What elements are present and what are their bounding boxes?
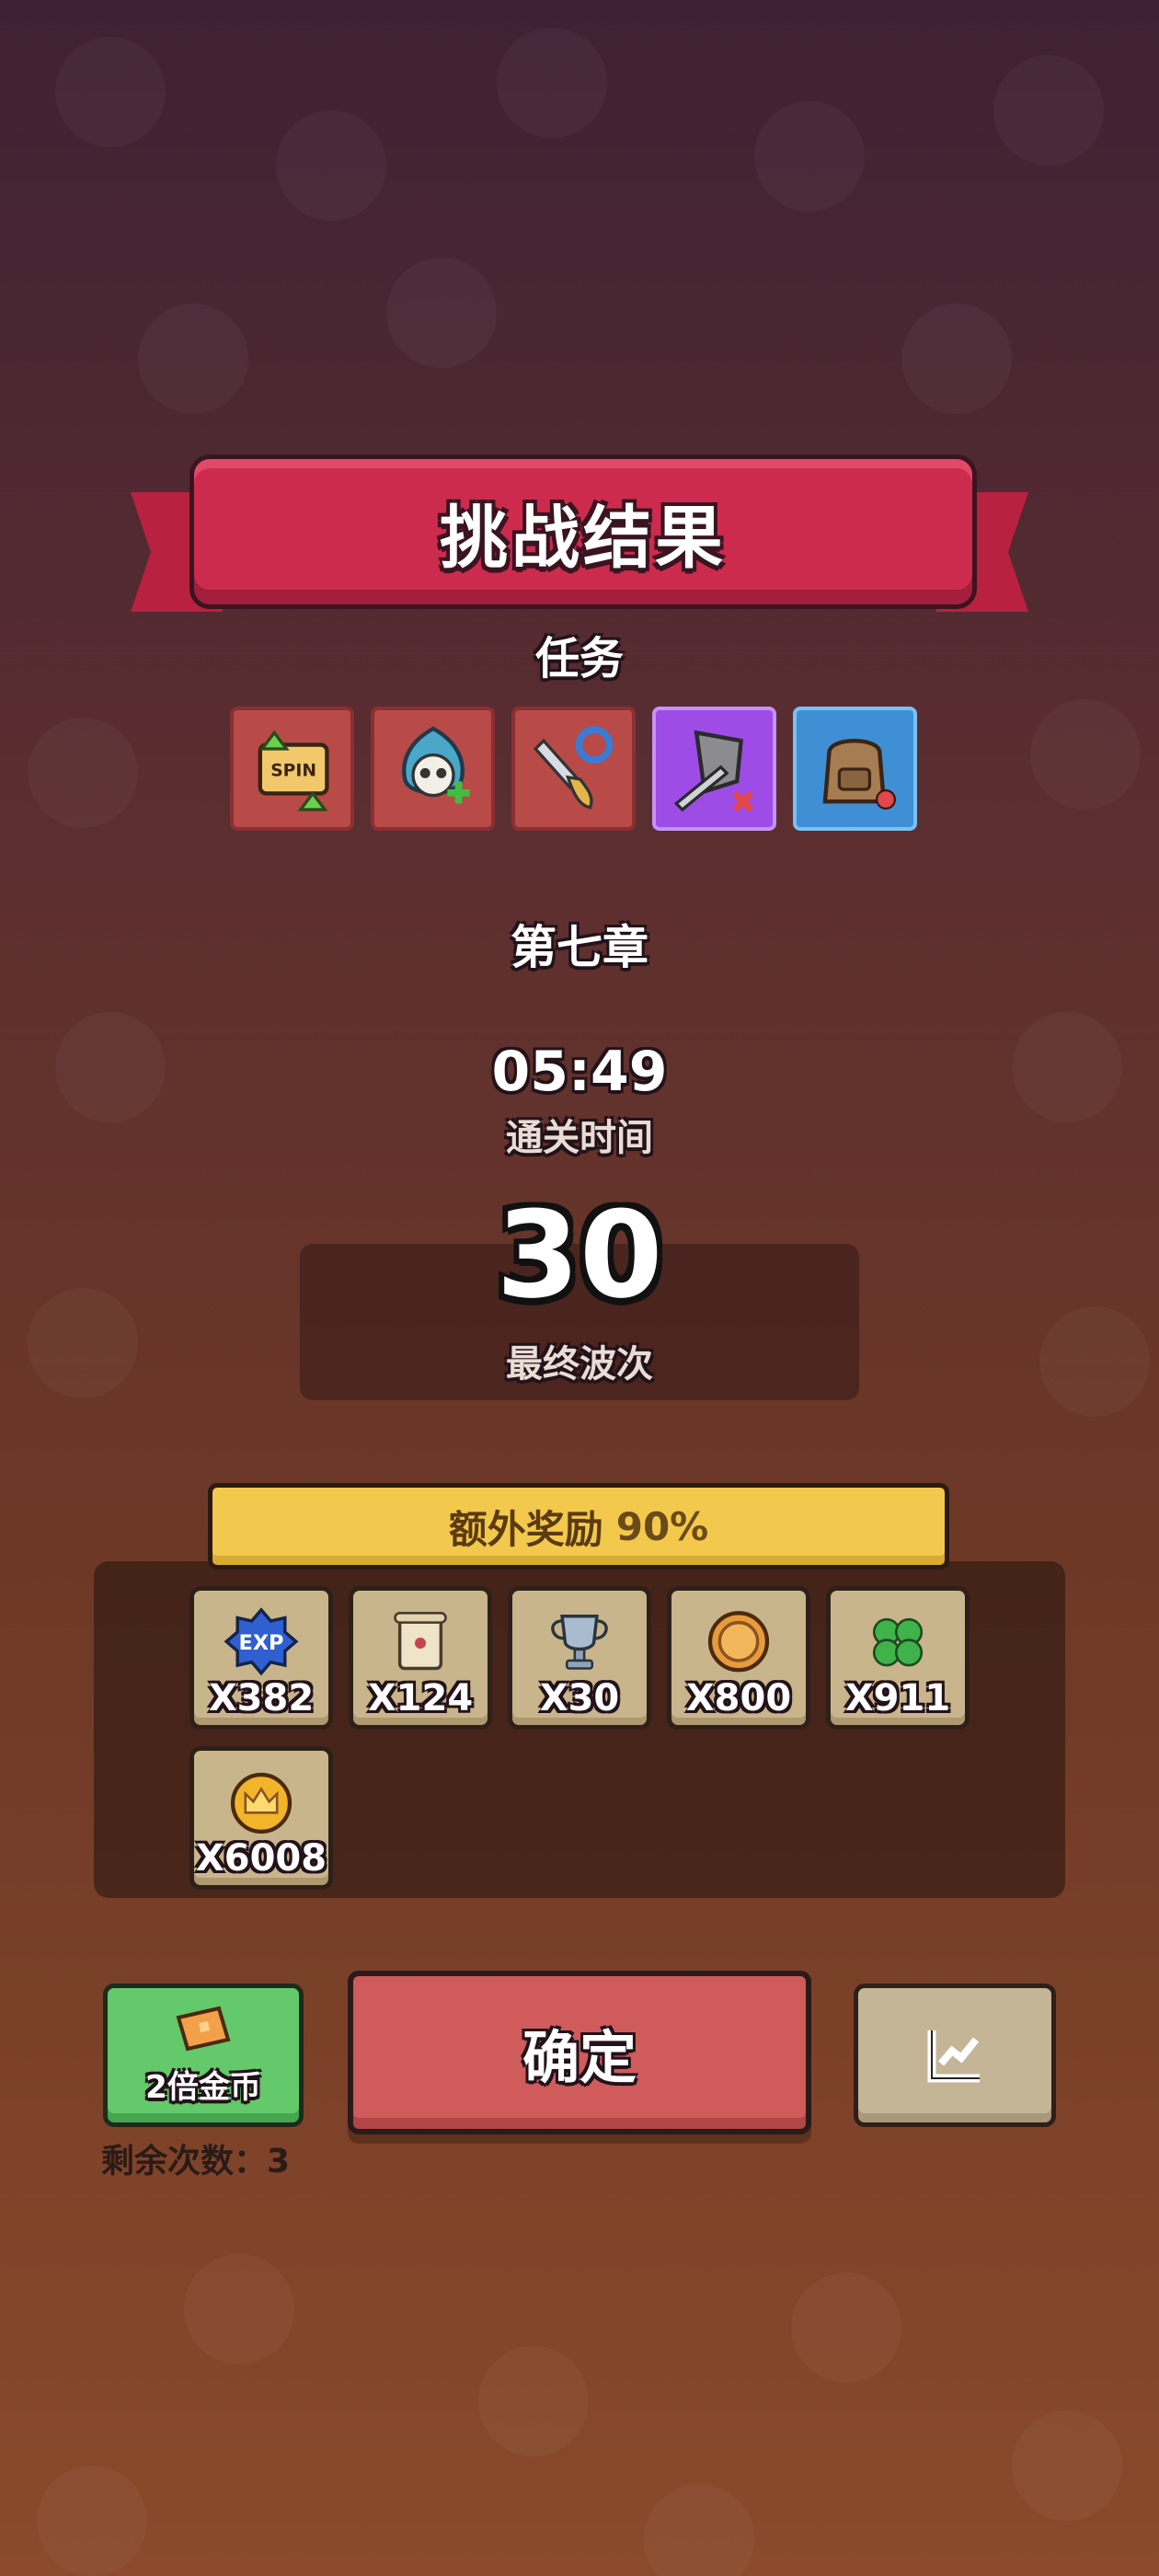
mission-backpack[interactable] <box>793 707 917 831</box>
missions-label: 任务 <box>534 633 624 684</box>
reward-coin-qty: X800 <box>685 1677 792 1719</box>
clover-icon <box>872 1617 924 1667</box>
reward-scroll[interactable]: X124 <box>349 1586 492 1730</box>
final-wave-label: 最终波次 <box>506 1343 653 1386</box>
mission-spin[interactable]: SPIN <box>230 707 354 831</box>
confirm-button[interactable]: 确定 <box>348 1971 811 2134</box>
reward-trophy[interactable]: X30 <box>508 1586 651 1730</box>
mission-shield[interactable] <box>652 707 776 831</box>
mission-sword[interactable] <box>511 707 636 831</box>
scroll-icon <box>394 1612 447 1671</box>
reward-trophy-qty: X30 <box>539 1677 620 1719</box>
reward-scroll-qty: X124 <box>367 1677 474 1719</box>
reward-clover[interactable]: X911 <box>826 1586 970 1730</box>
reward-exp-qty: X382 <box>208 1677 315 1719</box>
reward-clover-qty: X911 <box>844 1677 951 1719</box>
title-ribbon: 挑战结果 <box>189 454 977 609</box>
ticket-icon <box>176 2006 231 2051</box>
reward-coin[interactable]: X800 <box>667 1586 810 1730</box>
crown-coin-icon <box>230 1772 293 1834</box>
final-wave-value: 30 <box>496 1185 663 1325</box>
remaining-count: 剩余次数：3 <box>101 2143 291 2180</box>
mission-list: SPIN <box>230 707 917 831</box>
stats-chart-icon <box>927 2030 980 2083</box>
svg-text:EXP: EXP <box>239 1631 284 1655</box>
reward-exp[interactable]: EXP X382 <box>189 1586 333 1730</box>
mission-skull[interactable] <box>371 707 495 831</box>
backpack-icon <box>822 738 896 810</box>
stats-button[interactable] <box>854 1984 1056 2127</box>
skull-plus-icon <box>401 725 470 803</box>
clear-time-label: 通关时间 <box>506 1117 653 1159</box>
double-gold-label: 2倍金币 <box>145 2068 261 2106</box>
reward-crown-coin-qty: X6008 <box>195 1837 327 1880</box>
svg-text:SPIN: SPIN <box>270 761 316 780</box>
shield-sword-icon <box>673 730 753 812</box>
page-title: 挑战结果 <box>440 498 727 578</box>
bonus-label: 额外奖励 <box>448 1506 603 1552</box>
spin-upgrade-icon: SPIN <box>258 730 329 811</box>
double-gold-button[interactable]: 2倍金币 <box>103 1984 304 2127</box>
exp-icon: EXP <box>224 1607 299 1676</box>
bonus-percent: 90% <box>615 1503 709 1549</box>
chapter-title: 第七章 <box>511 921 648 974</box>
clear-time-value: 05:49 <box>491 1040 668 1104</box>
trophy-icon <box>551 1615 608 1670</box>
bonus-bar: 额外奖励 90% <box>208 1483 949 1570</box>
coin-icon <box>707 1611 770 1673</box>
reward-crown-coin[interactable]: X6008 <box>189 1746 333 1890</box>
sword-refresh-icon <box>533 725 613 810</box>
